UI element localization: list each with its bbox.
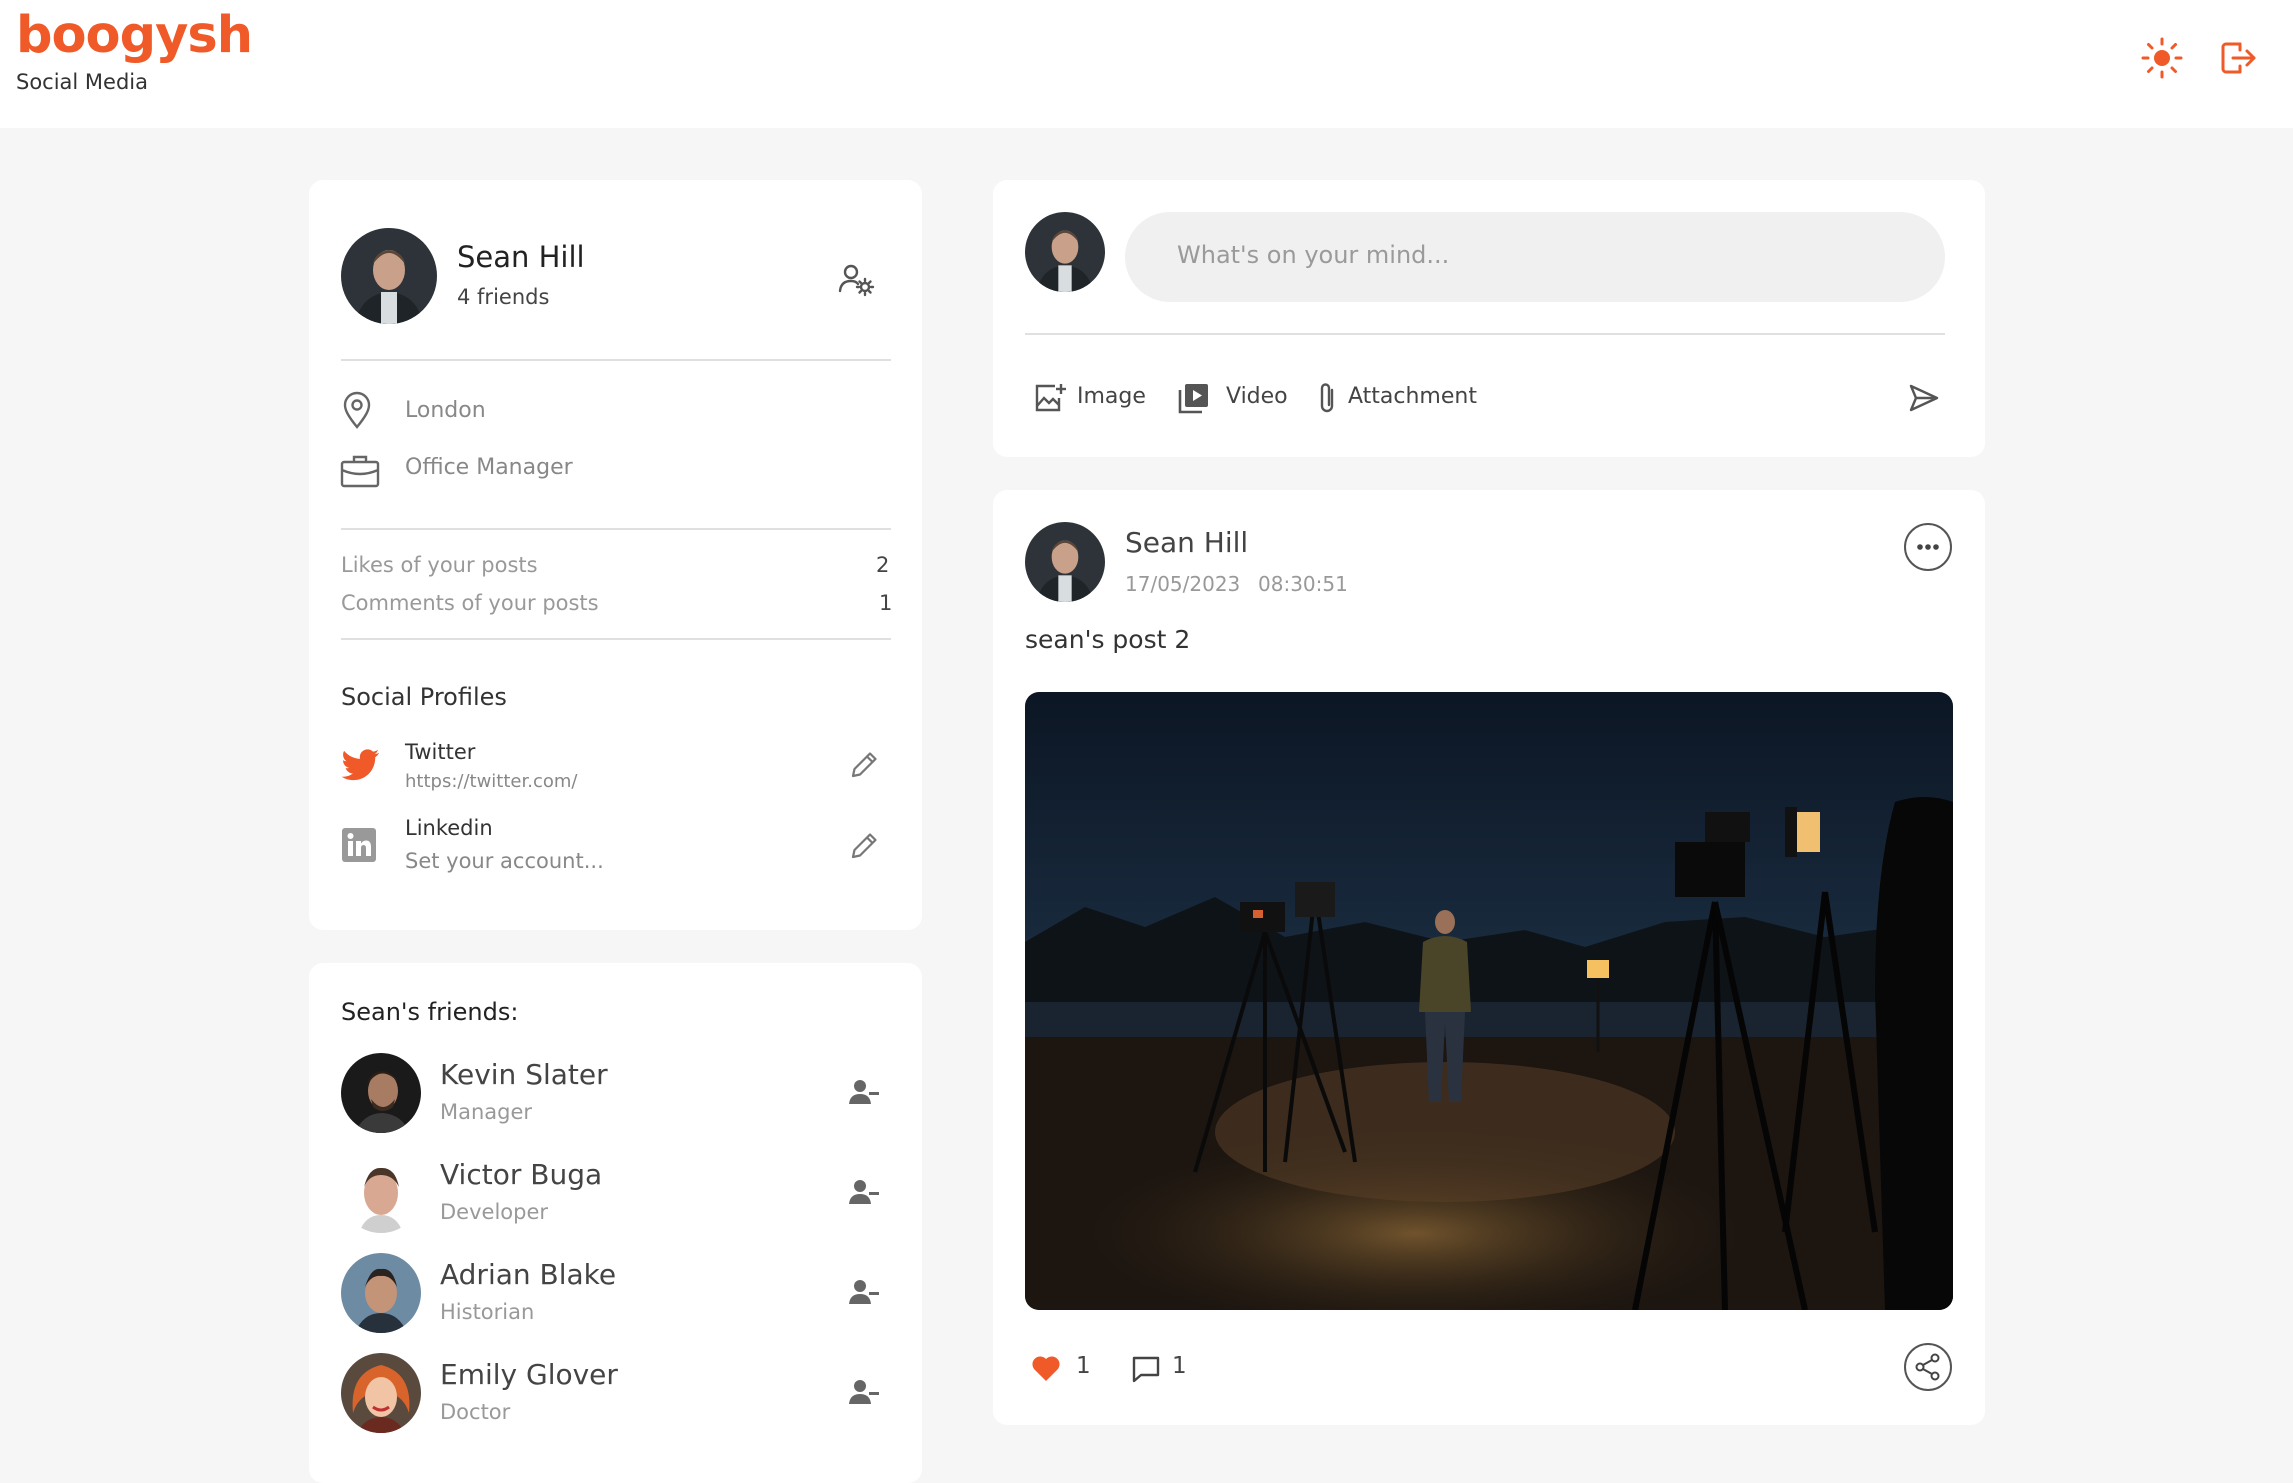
top-bar: boogysh Social Media — [0, 0, 2293, 128]
video-icon — [1178, 382, 1210, 414]
occupation-text: Office Manager — [405, 455, 573, 480]
friends-title: Sean's friends: — [341, 998, 519, 1026]
post-composer-card: What's on your mind... Image Video Attac… — [993, 180, 1985, 457]
post-author[interactable]: Sean Hill — [1125, 526, 1248, 559]
location-text: London — [405, 398, 486, 423]
friend-role: Historian — [440, 1300, 535, 1324]
heart-icon[interactable] — [1031, 1354, 1061, 1382]
friends-card: Sean's friends: Kevin Slater Manager Vic… — [309, 963, 922, 1483]
avatar[interactable] — [341, 1053, 421, 1133]
divider — [341, 528, 891, 530]
brand-logo[interactable]: boogysh — [16, 6, 253, 65]
add-video-label: Video — [1226, 384, 1288, 409]
edit-icon[interactable] — [849, 831, 879, 861]
divider — [341, 359, 891, 361]
profile-card: Sean Hill 4 friends London Office Manage… — [309, 180, 922, 930]
profile-name[interactable]: Sean Hill — [457, 240, 585, 274]
briefcase-icon — [340, 454, 380, 488]
edit-icon[interactable] — [849, 750, 879, 780]
comments-count: 1 — [1172, 1353, 1187, 1379]
add-image-button[interactable]: Image — [1033, 380, 1163, 420]
paperclip-icon — [1316, 380, 1338, 416]
avatar[interactable] — [341, 1353, 421, 1433]
brand-tagline: Social Media — [16, 70, 149, 94]
stat-label: Likes of your posts — [341, 553, 538, 577]
add-video-button[interactable]: Video — [1178, 380, 1298, 420]
friend-name[interactable]: Emily Glover — [440, 1358, 618, 1391]
add-attachment-button[interactable]: Attachment — [1316, 380, 1496, 420]
stat-value: 1 — [879, 591, 893, 615]
friend-name[interactable]: Victor Buga — [440, 1158, 602, 1191]
likes-count: 1 — [1076, 1353, 1091, 1379]
remove-friend-icon[interactable] — [849, 1079, 879, 1105]
social-value[interactable]: Set your account... — [405, 849, 604, 873]
stat-label: Comments of your posts — [341, 591, 599, 615]
comment-icon[interactable] — [1131, 1354, 1161, 1384]
share-button[interactable] — [1904, 1343, 1952, 1391]
social-name: Twitter — [405, 740, 476, 764]
send-icon[interactable] — [1908, 382, 1940, 414]
add-attachment-label: Attachment — [1348, 384, 1477, 409]
avatar[interactable] — [1025, 212, 1105, 292]
remove-friend-icon[interactable] — [849, 1379, 879, 1405]
avatar[interactable] — [341, 228, 437, 324]
friend-name[interactable]: Kevin Slater — [440, 1058, 608, 1091]
logout-icon[interactable] — [2216, 36, 2260, 80]
social-value[interactable]: https://twitter.com/ — [405, 771, 577, 792]
post-time: 08:30:51 — [1258, 572, 1348, 596]
post-card: Sean Hill 17/05/2023 08:30:51 sean's pos… — [993, 490, 1985, 1425]
post-image[interactable] — [1025, 692, 1953, 1310]
divider — [341, 638, 891, 640]
friend-role: Doctor — [440, 1400, 511, 1424]
friends-count: 4 friends — [457, 285, 550, 309]
stat-value: 2 — [876, 553, 890, 577]
share-icon — [1915, 1353, 1940, 1381]
more-icon — [1917, 544, 1939, 550]
remove-friend-icon[interactable] — [849, 1179, 879, 1205]
image-add-icon — [1033, 382, 1067, 416]
divider — [1025, 333, 1945, 335]
post-text: sean's post 2 — [1025, 625, 1191, 654]
post-options-button[interactable] — [1904, 523, 1952, 571]
friend-name[interactable]: Adrian Blake — [440, 1258, 616, 1291]
add-image-label: Image — [1077, 384, 1146, 409]
friend-role: Developer — [440, 1200, 549, 1224]
avatar[interactable] — [341, 1153, 421, 1233]
post-input-placeholder: What's on your mind... — [1177, 241, 1450, 269]
linkedin-icon — [342, 828, 376, 862]
location-icon — [342, 391, 372, 429]
sun-icon[interactable] — [2140, 36, 2184, 80]
friend-role: Manager — [440, 1100, 533, 1124]
remove-friend-icon[interactable] — [849, 1279, 879, 1305]
social-name: Linkedin — [405, 816, 493, 840]
social-profiles-title: Social Profiles — [341, 683, 507, 711]
post-input[interactable]: What's on your mind... — [1125, 212, 1945, 302]
post-date: 17/05/2023 — [1125, 572, 1241, 596]
manage-user-icon[interactable] — [837, 260, 875, 298]
twitter-icon — [341, 748, 381, 784]
avatar[interactable] — [1025, 522, 1105, 602]
avatar[interactable] — [341, 1253, 421, 1333]
